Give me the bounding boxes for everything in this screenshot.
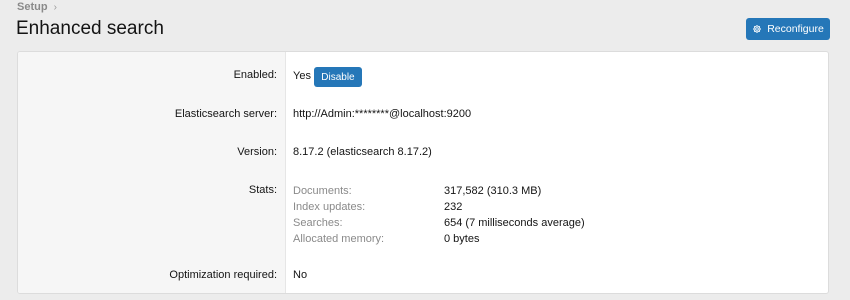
stat-documents-value: 317,582 (310.3 MB) [444,185,542,197]
enabled-value-wrap: Yes Disable [293,66,362,87]
server-label: Elasticsearch server: [174,108,277,120]
stat-searches-value: 654 (7 milliseconds average) [444,217,585,229]
stat-allocated-memory-name: Allocated memory: [293,233,385,245]
stat-documents-name: Documents: [293,185,352,197]
stats-label: Stats: [248,184,277,196]
disable-button[interactable]: Disable [313,67,362,87]
settings-panel: Enabled: Yes Disable Elasticsearch serve… [17,51,829,294]
optimization-value: No [293,269,308,281]
chevron-right-icon: › [53,1,57,13]
enabled-value: Yes [293,70,311,82]
stat-index-updates-value: 232 [444,201,463,213]
breadcrumb: Setup › [17,1,57,13]
stat-searches-name: Searches: [293,217,343,229]
stat-allocated-memory-value: 0 bytes [444,233,480,245]
reconfigure-button[interactable]: Reconfigure [746,18,830,40]
optimization-label: Optimization required: [169,269,277,281]
gear-icon [753,25,762,33]
enabled-label: Enabled: [233,69,277,81]
stats-grid: Documents: 317,582 (310.3 MB) Index upda… [293,184,585,246]
version-label: Version: [237,146,277,158]
reconfigure-button-label: Reconfigure [767,23,824,35]
stat-index-updates-name: Index updates: [293,201,366,213]
version-value: 8.17.2 (elasticsearch 8.17.2) [293,146,432,158]
page-title: Enhanced search [16,18,164,39]
breadcrumb-item-setup[interactable]: Setup [17,1,48,13]
server-value: http://Admin:********@localhost:9200 [293,108,472,120]
label-column [18,52,286,293]
